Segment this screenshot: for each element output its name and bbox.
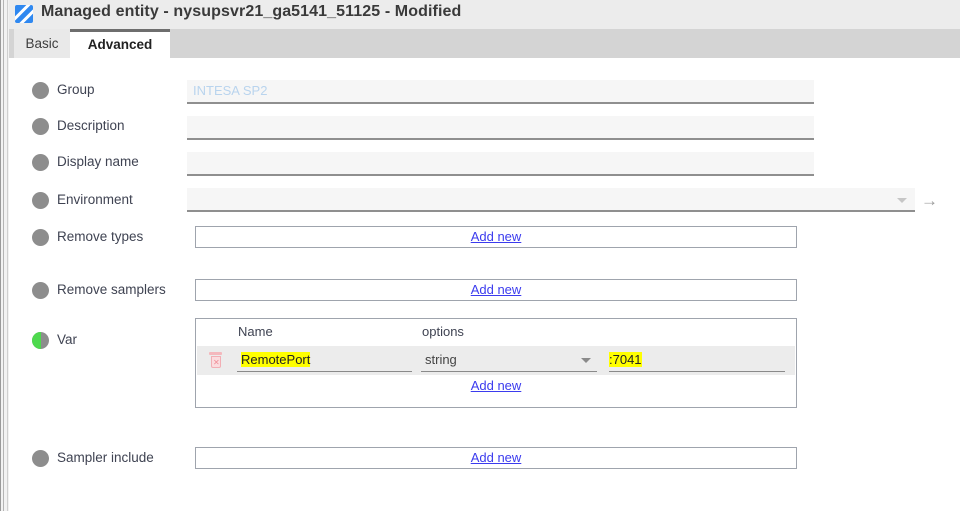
title-bar: Managed entity - nysupsvr21_ga5141_51125… [9, 0, 960, 29]
status-bullet-sampler-include [32, 450, 49, 467]
status-bullet-environment [32, 192, 49, 209]
var-value-input[interactable]: :7041 [609, 350, 785, 372]
label-display-name: Display name [57, 154, 139, 169]
add-new-link-var[interactable]: Add new [196, 378, 796, 393]
var-table-row: ✕ RemotePort string :7041 [197, 346, 795, 375]
trash-icon[interactable]: ✕ [209, 352, 222, 368]
label-sampler-include: Sampler include [57, 450, 154, 465]
tab-advanced[interactable]: Advanced [70, 29, 170, 58]
chevron-down-icon[interactable] [897, 198, 907, 203]
form-row-display-name: Display name [9, 148, 960, 180]
edge-line-middle [3, 0, 4, 511]
form-row-sampler-include: Sampler include Add new [9, 444, 960, 474]
var-col-options: options [422, 324, 464, 339]
var-table-footer: Add new [196, 375, 796, 399]
combo-environment[interactable] [187, 188, 915, 212]
window-left-edge [0, 0, 9, 511]
form-row-group: Group INTESA SP2 [9, 76, 960, 108]
status-bullet-group [32, 82, 49, 99]
label-remove-samplers: Remove samplers [57, 282, 166, 297]
form-row-environment: Environment → [9, 184, 960, 218]
var-name-input[interactable]: RemotePort [237, 350, 412, 372]
label-remove-types: Remove types [57, 229, 144, 244]
add-new-link-sampler-include[interactable]: Add new [196, 450, 796, 465]
var-table-header: Name options [196, 319, 796, 346]
var-value-text: :7041 [609, 352, 642, 367]
sampler-include-box[interactable]: Add new [195, 447, 797, 469]
label-environment: Environment [57, 192, 133, 207]
chevron-down-icon[interactable] [581, 358, 591, 363]
var-type-value: string [425, 352, 457, 367]
var-name-value: RemotePort [241, 352, 311, 367]
var-col-name: Name [238, 324, 273, 339]
edge-line-outer [0, 0, 1, 511]
status-bullet-remove-samplers [32, 282, 49, 299]
edge-line-inner [7, 0, 8, 511]
label-group: Group [57, 82, 95, 97]
input-group[interactable]: INTESA SP2 [187, 80, 814, 104]
tab-basic[interactable]: Basic [14, 29, 70, 58]
input-display-name[interactable] [187, 152, 814, 176]
status-bullet-description [32, 118, 49, 135]
label-description: Description [57, 118, 125, 133]
form-row-description: Description [9, 112, 960, 144]
remove-samplers-box[interactable]: Add new [195, 279, 797, 301]
form-row-remove-samplers: Remove samplers Add new [9, 276, 960, 306]
var-type-select[interactable]: string [421, 350, 597, 372]
managed-entity-dialog: Managed entity - nysupsvr21_ga5141_51125… [0, 0, 960, 511]
status-bullet-display-name [32, 154, 49, 171]
status-bullet-remove-types [32, 229, 49, 246]
form-row-remove-types: Remove types Add new [9, 223, 960, 253]
edit-document-icon [15, 5, 33, 23]
input-group-placeholder: INTESA SP2 [193, 83, 268, 98]
arrow-right-icon[interactable]: → [921, 192, 938, 209]
var-table: Name options ✕ RemotePort string:7041 A… [195, 318, 797, 408]
form-row-var: Var Name options ✕ RemotePort string:70… [9, 318, 960, 421]
tab-strip: Basic Advanced [9, 29, 960, 58]
add-new-link-remove-samplers[interactable]: Add new [196, 282, 796, 297]
add-new-link-remove-types[interactable]: Add new [196, 229, 796, 244]
status-bullet-var [32, 332, 49, 349]
form-body: Group INTESA SP2 Description Display nam… [9, 58, 960, 511]
label-var: Var [57, 332, 78, 347]
remove-types-box[interactable]: Add new [195, 226, 797, 248]
input-description[interactable] [187, 116, 814, 140]
window-title: Managed entity - nysupsvr21_ga5141_51125… [41, 3, 462, 20]
